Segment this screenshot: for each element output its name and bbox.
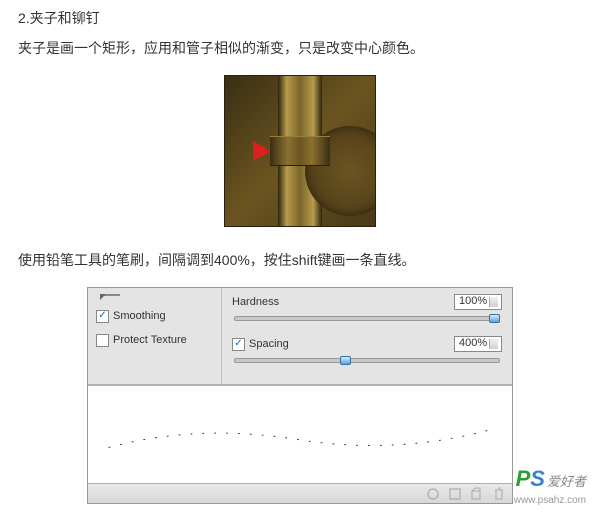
toolbar-icon-1[interactable] xyxy=(426,487,440,501)
red-arrow-marker xyxy=(253,141,271,161)
smoothing-row[interactable]: ✓ Smoothing xyxy=(96,308,213,324)
hardness-label: Hardness xyxy=(232,296,279,308)
description-1: 夹子是画一个矩形，应用和管子相似的渐变，只是改变中心颜色。 xyxy=(18,36,582,61)
new-icon[interactable] xyxy=(470,487,484,501)
brush-panel: ✓ Smoothing Protect Texture Hardness 100… xyxy=(87,287,513,504)
spacing-label: Spacing xyxy=(249,338,289,350)
gear-graphic xyxy=(305,126,376,216)
watermark-url: www.psahz.com xyxy=(514,494,586,507)
watermark-s: S xyxy=(530,465,545,494)
watermark-cn: 爱好者 xyxy=(547,474,586,491)
hardness-slider[interactable] xyxy=(232,312,502,326)
spacing-slider[interactable] xyxy=(232,354,502,368)
watermark: PS 爱好者 www.psahz.com xyxy=(514,465,586,507)
hardness-thumb[interactable] xyxy=(489,314,500,323)
description-2: 使用铅笔工具的笔刷，间隔调到400%，按住shift键画一条直线。 xyxy=(18,248,582,273)
hardness-input[interactable]: 100% xyxy=(454,294,502,310)
tutorial-image-1 xyxy=(18,75,582,230)
spacing-thumb[interactable] xyxy=(340,356,351,365)
spacing-input[interactable]: 400% xyxy=(454,336,502,352)
spacing-checkbox[interactable]: ✓ xyxy=(232,338,245,351)
hardness-row: Hardness 100% xyxy=(232,294,502,310)
toolbar-icon-2[interactable] xyxy=(448,487,462,501)
panel-toolbar xyxy=(88,483,512,503)
protect-texture-checkbox[interactable] xyxy=(96,334,109,347)
watermark-p: P xyxy=(516,465,531,494)
brush-preview xyxy=(88,385,512,483)
trash-icon[interactable] xyxy=(492,487,506,501)
smoothing-label: Smoothing xyxy=(113,310,166,322)
brush-panel-image: ✓ Smoothing Protect Texture Hardness 100… xyxy=(18,287,582,504)
panel-menu-icon xyxy=(100,294,120,308)
steampunk-image xyxy=(224,75,376,227)
smoothing-checkbox[interactable]: ✓ xyxy=(96,310,109,323)
section-heading: 2.夹子和铆钉 xyxy=(18,8,582,28)
protect-texture-label: Protect Texture xyxy=(113,334,187,346)
protect-texture-row[interactable]: Protect Texture xyxy=(96,332,213,348)
spacing-row: ✓ Spacing 400% xyxy=(232,336,502,352)
